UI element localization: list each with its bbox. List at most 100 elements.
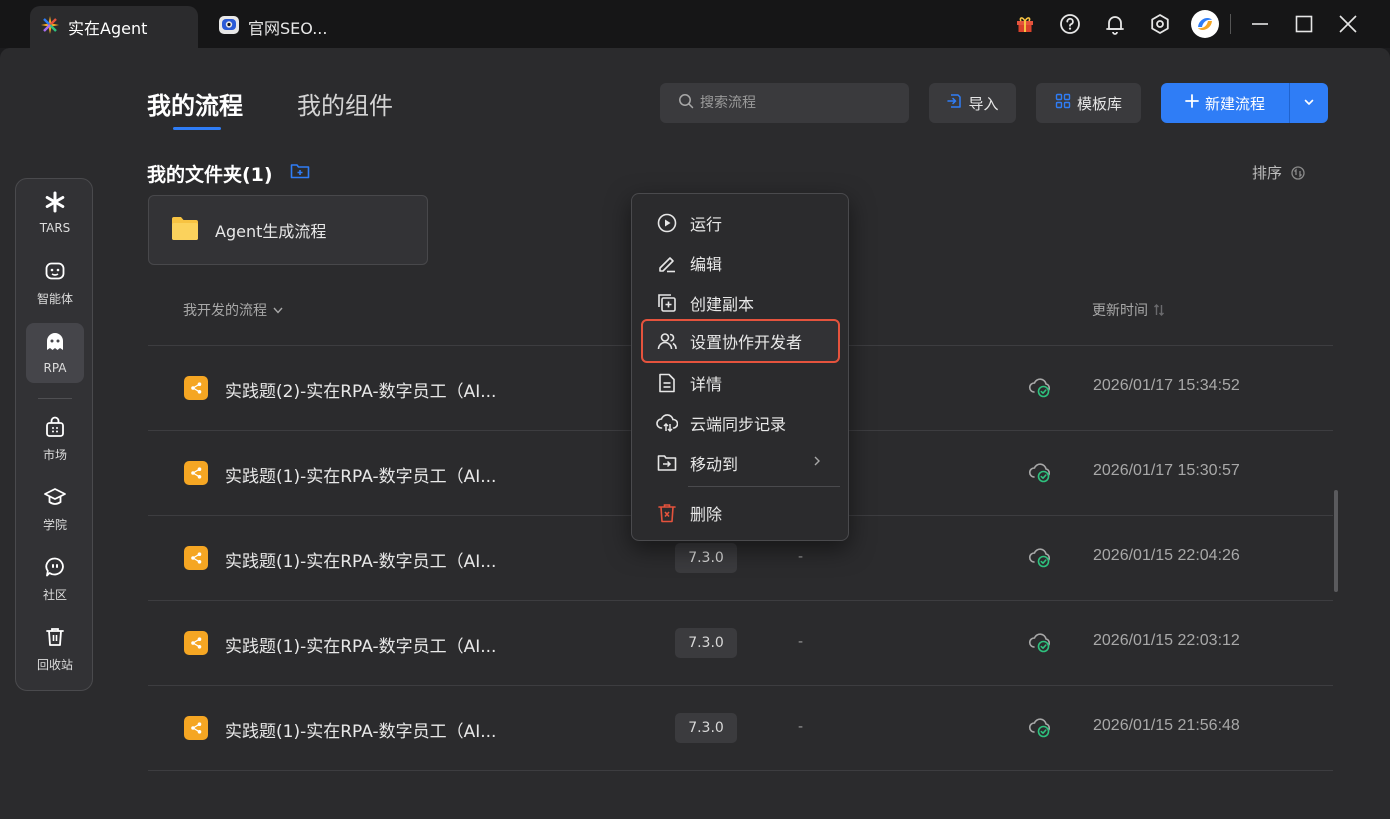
tab-shizai-agent[interactable]: 实在Agent xyxy=(30,6,198,48)
updated-time: 2026/01/15 22:03:12 xyxy=(1093,632,1240,649)
sidebar-item-label: 社区 xyxy=(42,587,67,602)
menu-item-duplicate[interactable]: 创建副本 xyxy=(642,285,840,321)
vertical-scrollbar[interactable] xyxy=(1334,490,1338,592)
sidebar-item-community[interactable]: 社区 xyxy=(26,549,84,609)
sidebar-item-market[interactable]: 市场 xyxy=(26,409,84,469)
menu-item-edit[interactable]: 编辑 xyxy=(642,245,840,281)
plus-icon xyxy=(1185,94,1199,112)
updated-time: 2026/01/15 22:04:26 xyxy=(1093,547,1240,564)
tab-my-components[interactable]: 我的组件 xyxy=(297,86,393,121)
updated-time-header[interactable]: 更新时间 xyxy=(1092,300,1165,320)
sidebar-item-label: 市场 xyxy=(42,447,67,462)
menu-item-run[interactable]: 运行 xyxy=(642,205,840,241)
titlebar-divider xyxy=(1230,14,1231,34)
minimize-icon[interactable] xyxy=(1247,11,1273,37)
search-input[interactable] xyxy=(700,95,880,111)
import-button[interactable]: 导入 xyxy=(929,83,1016,123)
sidebar-item-label: 学院 xyxy=(42,517,67,532)
sort-label: 排序 xyxy=(1252,164,1283,182)
collaborators-value: - xyxy=(798,549,804,565)
sidebar-item-label: 智能体 xyxy=(36,291,73,306)
ghost-icon xyxy=(44,331,66,357)
grid-icon xyxy=(1055,93,1071,113)
robot-face-icon xyxy=(218,14,240,40)
menu-item-move-to[interactable]: 移动到 xyxy=(642,445,840,481)
close-icon[interactable] xyxy=(1335,11,1361,37)
chat-bubble-icon xyxy=(44,556,66,582)
sort-icon xyxy=(1290,165,1306,181)
cloud-synced-icon xyxy=(1028,716,1052,742)
flow-filter-label: 我开发的流程 xyxy=(183,303,267,319)
help-icon[interactable] xyxy=(1057,11,1083,37)
chevron-down-icon xyxy=(1303,94,1315,112)
folder-icon xyxy=(171,215,199,245)
title-bar: 实在Agent 官网SEO... xyxy=(0,0,1390,48)
flow-icon xyxy=(184,546,208,570)
new-flow-label: 新建流程 xyxy=(1204,94,1265,113)
settings-icon[interactable] xyxy=(1147,11,1173,37)
collaborators-value: - xyxy=(798,719,804,735)
tab-my-flows[interactable]: 我的流程 xyxy=(147,86,243,121)
sidebar-item-agents[interactable]: 智能体 xyxy=(26,253,84,313)
chevron-down-icon xyxy=(272,304,284,316)
chevron-right-icon xyxy=(812,455,822,471)
avatar[interactable] xyxy=(1190,9,1220,39)
sidebar-item-recycle-bin[interactable]: 回收站 xyxy=(26,619,84,679)
flow-name[interactable]: 实践题(1)-实在RPA-数字员工（AI... xyxy=(225,717,496,742)
active-tab-indicator xyxy=(173,127,221,130)
table-row[interactable]: 实践题(1)-实在RPA-数字员工（AI... 7.3.0 - 2026/01/… xyxy=(148,601,1333,686)
sidebar: TARS 智能体 RPA 市场 学院 社区 回收站 xyxy=(15,178,93,691)
tab-seo[interactable]: 官网SEO... xyxy=(210,6,360,48)
sidebar-item-academy[interactable]: 学院 xyxy=(26,479,84,539)
collaborators-value: - xyxy=(798,634,804,650)
sort-arrows-icon xyxy=(1153,303,1165,317)
menu-item-label: 移动到 xyxy=(690,455,739,474)
table-row[interactable]: 实践题(1)-实在RPA-数字员工（AI... 7.3.0 - 2026/01/… xyxy=(148,686,1333,771)
maximize-icon[interactable] xyxy=(1291,11,1317,37)
context-menu: 运行 编辑 创建副本 设置协作开发者 详情 云端同步记录 移动到 删除 xyxy=(631,193,849,541)
search-icon xyxy=(678,93,694,113)
template-library-button[interactable]: 模板库 xyxy=(1036,83,1141,123)
menu-item-label: 创建副本 xyxy=(690,295,755,314)
new-flow-button[interactable]: 新建流程 xyxy=(1161,83,1289,123)
flow-filter-dropdown[interactable]: 我开发的流程 xyxy=(183,300,284,320)
asterisk-icon xyxy=(44,191,66,217)
search-box[interactable] xyxy=(660,83,909,123)
play-icon xyxy=(656,212,678,234)
users-icon xyxy=(656,330,678,352)
menu-item-details[interactable]: 详情 xyxy=(642,365,840,401)
cloud-synced-icon xyxy=(1028,631,1052,657)
sort-button[interactable]: 排序 xyxy=(1252,162,1306,183)
import-icon xyxy=(946,93,962,113)
gift-icon[interactable] xyxy=(1012,11,1038,37)
flow-icon xyxy=(184,376,208,400)
flow-name[interactable]: 实践题(1)-实在RPA-数字员工（AI... xyxy=(225,632,496,657)
folder-card[interactable]: Agent生成流程 xyxy=(148,195,428,265)
new-folder-icon[interactable] xyxy=(290,162,310,184)
folders-heading: 我的文件夹(1) xyxy=(147,164,273,186)
new-flow-dropdown-button[interactable] xyxy=(1289,83,1328,123)
flow-name[interactable]: 实践题(1)-实在RPA-数字员工（AI... xyxy=(225,462,496,487)
pencil-icon xyxy=(656,252,678,274)
bell-icon[interactable] xyxy=(1102,11,1128,37)
folder-move-icon xyxy=(656,452,678,474)
menu-item-set-collaborators[interactable]: 设置协作开发者 xyxy=(641,319,840,363)
tab-label: 实在Agent xyxy=(68,19,148,38)
cloud-synced-icon xyxy=(1028,376,1052,402)
flow-icon xyxy=(184,461,208,485)
menu-item-delete[interactable]: 删除 xyxy=(642,495,840,531)
flow-name[interactable]: 实践题(1)-实在RPA-数字员工（AI... xyxy=(225,547,496,572)
folder-name: Agent生成流程 xyxy=(215,222,327,241)
graduation-cap-icon xyxy=(44,486,66,512)
bag-icon xyxy=(44,416,66,442)
flow-icon xyxy=(184,716,208,740)
sidebar-item-tars[interactable]: TARS xyxy=(26,183,84,243)
sparkle-logo-icon xyxy=(40,15,60,39)
flow-name[interactable]: 实践题(2)-实在RPA-数字员工（AI... xyxy=(225,377,496,402)
menu-item-cloud-sync-log[interactable]: 云端同步记录 xyxy=(642,405,840,441)
cloud-synced-icon xyxy=(1028,546,1052,572)
updated-time: 2026/01/15 21:56:48 xyxy=(1093,717,1240,734)
import-label: 导入 xyxy=(968,94,999,113)
sidebar-item-rpa[interactable]: RPA xyxy=(26,323,84,383)
copy-icon xyxy=(656,292,678,314)
